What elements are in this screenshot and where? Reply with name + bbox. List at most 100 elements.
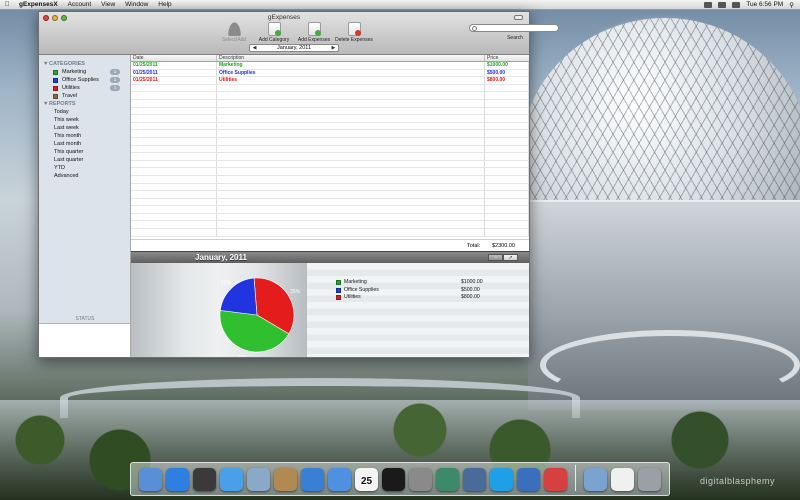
menu-app-name[interactable]: gExpensesX (14, 1, 63, 8)
document-icon[interactable] (611, 468, 634, 491)
category-color-swatch (53, 85, 58, 91)
gexpenses-window: gExpenses Select/Add Add Category Add Ex… (38, 11, 559, 358)
previous-month-button[interactable]: ◀ (250, 45, 259, 51)
table-row-empty[interactable] (131, 99, 529, 108)
category-item-utilities[interactable]: Utilities 1 (39, 84, 130, 92)
report-item-today[interactable]: Today (39, 108, 130, 116)
table-row-empty[interactable] (131, 107, 529, 116)
table-row-empty[interactable] (131, 229, 529, 237)
report-item-advanced[interactable]: Advanced (39, 172, 130, 180)
next-month-button[interactable]: ▶ (329, 45, 338, 51)
pie-label-office-supplies: 22% (221, 280, 232, 286)
table-row-empty[interactable] (131, 213, 529, 222)
categories-header[interactable]: ▼CATEGORIES (39, 60, 130, 68)
toolbar: Select/Add Add Category Add Expenses Del… (217, 22, 373, 43)
add-expenses-button[interactable]: Add Expenses (297, 22, 331, 43)
skype-icon[interactable] (490, 468, 513, 491)
column-header-date[interactable]: Date (131, 55, 217, 61)
category-item-marketing[interactable]: Marketing 1 (39, 68, 130, 76)
table-row-empty[interactable] (131, 206, 529, 214)
status-panel (39, 323, 130, 357)
column-header-price[interactable]: Price (485, 55, 529, 61)
select-add-button[interactable]: Select/Add (217, 22, 251, 43)
dock: 25 (130, 462, 670, 496)
category-item-travel[interactable]: Travel (39, 92, 130, 100)
trash-icon[interactable] (638, 468, 661, 491)
cell-description (217, 130, 485, 137)
table-row[interactable]: 01/25/2011 Marketing $1000.00 (131, 62, 529, 70)
line-chart-toggle-icon[interactable]: ↗ (503, 254, 518, 261)
reports-header[interactable]: ▼REPORTS (39, 100, 130, 108)
pie-chart-toggle-icon[interactable]: ◔ (488, 254, 503, 261)
xcode-icon[interactable] (517, 468, 540, 491)
finder-icon[interactable] (139, 468, 162, 491)
cell-description (217, 191, 485, 198)
safari-icon[interactable] (220, 468, 243, 491)
menu-help[interactable]: Help (153, 1, 176, 8)
legend-swatch (336, 280, 341, 285)
table-row-empty[interactable] (131, 191, 529, 199)
add-category-button[interactable]: Add Category (257, 22, 291, 43)
cell-date (131, 122, 217, 130)
gexpenses-icon[interactable] (544, 468, 567, 491)
category-count-badge: 1 (110, 85, 120, 91)
table-row-empty[interactable] (131, 92, 529, 100)
report-item-last-week[interactable]: Last week (39, 124, 130, 132)
itunes-icon[interactable] (301, 468, 324, 491)
cell-description (217, 107, 485, 115)
column-header-description[interactable]: Description (217, 55, 485, 61)
menu-window[interactable]: Window (120, 1, 153, 8)
toolbar-toggle-button[interactable] (514, 15, 523, 20)
report-list: Today This week Last week This month Last mo… (39, 108, 130, 180)
table-row-empty[interactable] (131, 198, 529, 207)
table-row-empty[interactable] (131, 130, 529, 138)
delete-expenses-button[interactable]: Delete Expenses (335, 22, 373, 43)
cell-description: Office Supplies (217, 69, 485, 77)
report-item-this-quarter[interactable]: This quarter (39, 148, 130, 156)
mail-icon[interactable] (247, 468, 270, 491)
menu-clock[interactable]: Tue 6:56 PM (746, 1, 783, 8)
cell-price (485, 99, 529, 107)
dashboard-icon[interactable] (193, 468, 216, 491)
spotlight-icon[interactable]: ⚲ (789, 1, 794, 9)
report-item-ytd[interactable]: YTD (39, 164, 130, 172)
table-row-empty[interactable] (131, 175, 529, 184)
cell-date: 01/25/2011 (131, 62, 217, 69)
table-row-empty[interactable] (131, 153, 529, 161)
table-row-empty[interactable] (131, 122, 529, 131)
total-value: $2300.00 (492, 243, 515, 249)
search-input[interactable] (469, 24, 559, 32)
apple-menu-icon[interactable]:  (0, 1, 14, 8)
menu-account[interactable]: Account (63, 1, 97, 8)
category-item-office-supplies[interactable]: Office Supplies 1 (39, 76, 130, 84)
address-book-icon[interactable] (274, 468, 297, 491)
terminal-icon[interactable] (382, 468, 405, 491)
app-store-icon[interactable] (166, 468, 189, 491)
battery-icon[interactable] (732, 1, 741, 8)
ichat-icon[interactable] (328, 468, 351, 491)
system-preferences-icon[interactable] (409, 468, 432, 491)
table-row-empty[interactable] (131, 168, 529, 176)
table-row-empty[interactable] (131, 221, 529, 230)
report-item-last-month[interactable]: Last month (39, 140, 130, 148)
table-row-empty[interactable] (131, 84, 529, 93)
applications-folder-icon[interactable] (584, 468, 607, 491)
volume-icon[interactable] (718, 1, 727, 8)
table-row-empty[interactable] (131, 137, 529, 146)
cell-description (217, 145, 485, 153)
table-row-empty[interactable] (131, 183, 529, 192)
table-row[interactable]: 01/25/2011 Utilities $800.00 (131, 77, 529, 85)
report-item-this-month[interactable]: This month (39, 132, 130, 140)
report-item-last-quarter[interactable]: Last quarter (39, 156, 130, 164)
iphoto-icon[interactable] (463, 468, 486, 491)
time-machine-icon[interactable] (436, 468, 459, 491)
table-row-empty[interactable] (131, 160, 529, 169)
menu-view[interactable]: View (96, 1, 120, 8)
table-row-empty[interactable] (131, 145, 529, 154)
table-row-empty[interactable] (131, 115, 529, 123)
wifi-icon[interactable] (704, 1, 713, 8)
calendar-icon[interactable]: 25 (355, 468, 378, 491)
report-item-this-week[interactable]: This week (39, 116, 130, 124)
table-row[interactable]: 01/25/2011 Office Supplies $500.00 (131, 69, 529, 78)
cell-date (131, 213, 217, 221)
